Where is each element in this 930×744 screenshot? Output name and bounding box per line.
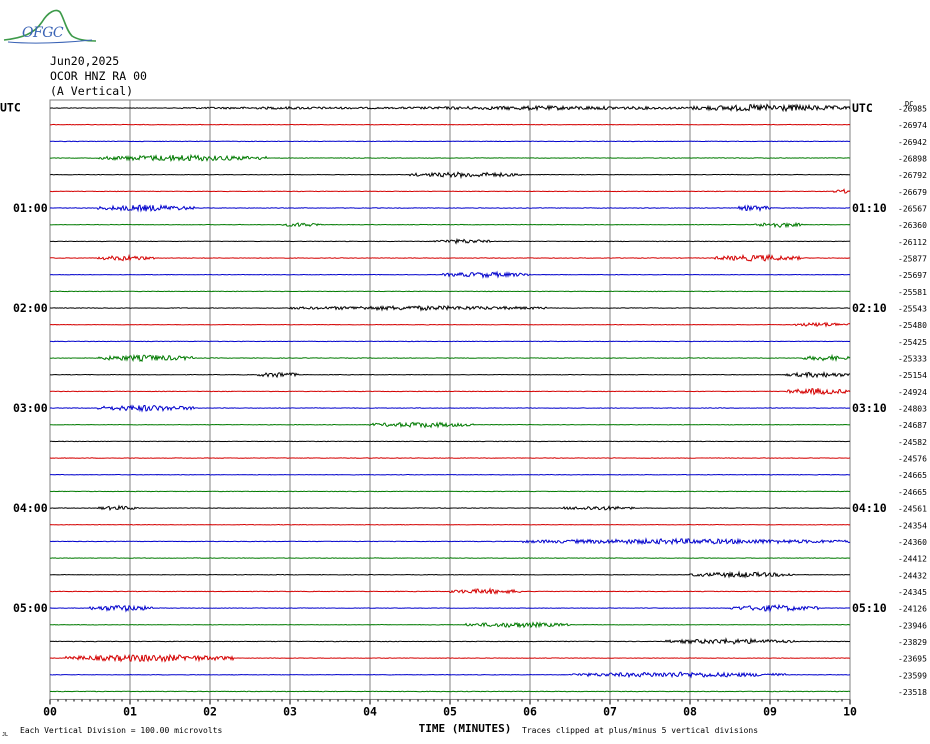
dc-value-label: -25154 xyxy=(898,371,927,380)
dc-value-label: -26974 xyxy=(898,121,927,130)
trace-row xyxy=(50,490,851,493)
left-time-label: 01:00 xyxy=(13,201,48,215)
x-tick-label: 02 xyxy=(203,704,217,718)
dc-value-label: -24432 xyxy=(898,571,927,580)
x-tick-label: 01 xyxy=(123,704,137,718)
right-time-label: 05:10 xyxy=(852,601,887,615)
dc-value-label: -24803 xyxy=(898,405,927,414)
dc-value-label: -24665 xyxy=(898,488,927,497)
x-tick-label: 08 xyxy=(683,704,697,718)
x-axis-title: TIME (MINUTES) xyxy=(419,722,512,735)
dc-value-label: -23829 xyxy=(898,638,927,647)
dc-value-label: -23695 xyxy=(898,655,927,664)
dc-value-label: -24687 xyxy=(898,421,927,430)
dc-value-label: -23518 xyxy=(898,688,927,697)
trace-row xyxy=(49,523,851,526)
x-tick-label: 07 xyxy=(603,704,617,718)
x-tick-label: 03 xyxy=(283,704,297,718)
dc-value-label: -24126 xyxy=(898,605,927,614)
label-layer: 00 01 02 03 04 05 06 07 08 09 10-26985-26974-26942… xyxy=(0,100,927,738)
x-tick-label: 04 xyxy=(363,704,377,718)
dc-value-label: -24345 xyxy=(898,588,927,597)
dc-value-label: -25480 xyxy=(898,321,927,330)
grid-layer xyxy=(49,99,851,705)
trace-row xyxy=(49,457,851,459)
dc-value-label: -24582 xyxy=(898,438,927,447)
left-time-label: 02:00 xyxy=(13,301,48,315)
right-time-label: 04:10 xyxy=(852,501,887,515)
dc-value-label: -26792 xyxy=(898,171,927,180)
dc-header-label: DC xyxy=(905,100,913,108)
dc-value-label: -25877 xyxy=(898,255,927,264)
dc-value-label: -23946 xyxy=(898,621,927,630)
dc-value-label: -24665 xyxy=(898,471,927,480)
dc-value-label: -26898 xyxy=(898,155,927,164)
left-time-label: 05:00 xyxy=(13,601,48,615)
vertical-division-note: Each Vertical Division = 100.00 microvol… xyxy=(20,726,222,735)
trace-row xyxy=(49,557,851,559)
right-time-label: 01:10 xyxy=(852,201,887,215)
dc-value-label: -26679 xyxy=(898,188,927,197)
right-time-label: 03:10 xyxy=(852,401,887,415)
right-time-label: 02:10 xyxy=(852,301,887,315)
corner-mark: JL xyxy=(2,732,8,738)
dc-value-label: -26360 xyxy=(898,221,927,230)
dc-value-label: -24576 xyxy=(898,455,927,464)
trace-row xyxy=(49,473,850,476)
right-time-label: UTC xyxy=(852,101,873,115)
dc-value-label: -25333 xyxy=(898,355,927,364)
left-time-label: 03:00 xyxy=(13,401,48,415)
dc-value-label: -25425 xyxy=(898,338,927,347)
dc-value-label: -25543 xyxy=(898,305,927,314)
dc-value-label: -25581 xyxy=(898,288,927,297)
dc-value-label: -24924 xyxy=(898,388,927,397)
dc-value-label: -26942 xyxy=(898,138,927,147)
dc-value-label: -23599 xyxy=(898,671,927,680)
dc-value-label: -24354 xyxy=(898,521,927,530)
dc-value-label: -24561 xyxy=(898,505,927,514)
x-tick-label: 00 xyxy=(43,704,57,718)
dc-value-label: -24412 xyxy=(898,555,927,564)
trace-row xyxy=(49,690,851,693)
x-tick-label: 06 xyxy=(523,704,537,718)
clip-note: Traces clipped at plus/minus 5 vertical … xyxy=(522,726,758,735)
dc-value-label: -24360 xyxy=(898,538,927,547)
x-tick-label: 05 xyxy=(443,704,457,718)
helicorder-chart: 00 01 02 03 04 05 06 07 08 09 10-26985-26974-26942… xyxy=(0,99,927,738)
left-time-label: 04:00 xyxy=(13,501,48,515)
dc-value-label: -26112 xyxy=(898,238,927,247)
x-tick-label: 10 xyxy=(843,704,857,718)
trace-row xyxy=(50,340,851,343)
trace-row xyxy=(49,140,851,143)
trace-row xyxy=(49,123,851,126)
x-tick-label: 09 xyxy=(763,704,777,718)
trace-row xyxy=(49,290,851,293)
dc-value-label: -25697 xyxy=(898,271,927,280)
dc-value-label: -26567 xyxy=(898,205,927,214)
left-utc-label: UTC xyxy=(0,101,21,115)
